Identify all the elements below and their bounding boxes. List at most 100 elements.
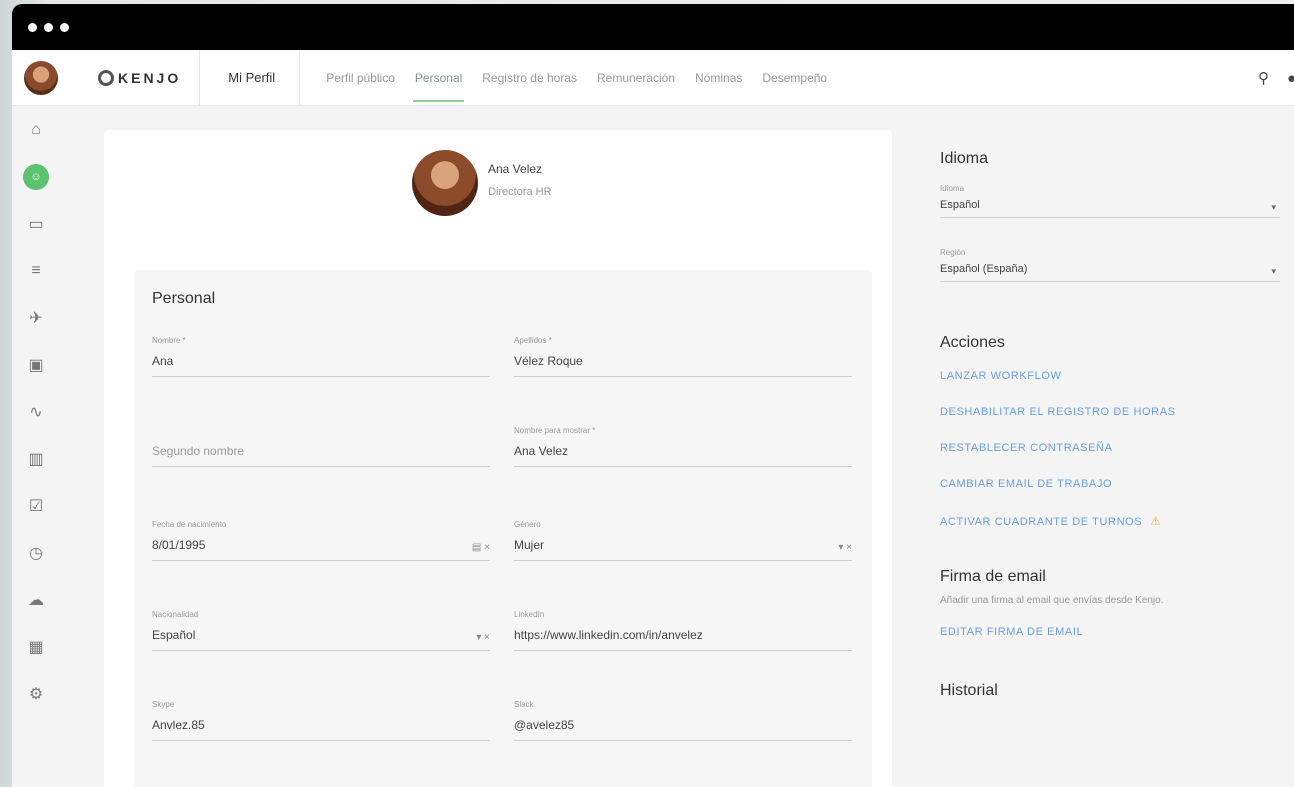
- sidebar-item[interactable]: ☁: [12, 576, 60, 623]
- home-icon: ⌂: [31, 120, 41, 138]
- sidebar-item[interactable]: ▦: [12, 623, 60, 670]
- nationality-field[interactable]: Nacionalidad Español ▾ ×: [152, 610, 490, 651]
- field-value[interactable]: 8/01/1995: [152, 538, 490, 554]
- sidebar-item[interactable]: ▣: [12, 341, 60, 388]
- field-label: Fecha de nacimiento: [152, 520, 227, 529]
- actions-title: Acciones: [940, 334, 1005, 351]
- change-work-email-link[interactable]: CAMBIAR EMAIL DE TRABAJO: [940, 478, 1280, 490]
- profile-card: Ana Velez Directora HR Personal Nombre *…: [104, 130, 892, 787]
- logo-icon: [98, 69, 114, 86]
- plane-icon: ✈: [29, 309, 43, 327]
- tab-personal[interactable]: Personal: [405, 50, 472, 106]
- field-value[interactable]: Anvlez.85: [152, 718, 490, 734]
- tab-payroll[interactable]: Nóminas: [685, 50, 752, 106]
- sidebar-item[interactable]: ≡: [12, 247, 60, 294]
- tab-time-tracking[interactable]: Registro de horas: [472, 50, 587, 106]
- field-label: LinkedIn: [514, 610, 545, 619]
- top-navigation: KENJO Mi Perfil Perfil público Personal …: [12, 49, 1294, 106]
- linkedin-field[interactable]: LinkedIn https://www.linkedin.com/in/anv…: [514, 610, 852, 651]
- notification-icon[interactable]: ●: [1287, 70, 1294, 87]
- field-value[interactable]: Ana Velez: [514, 444, 852, 460]
- tab-compensation[interactable]: Remuneración: [587, 50, 685, 106]
- sidebar-item[interactable]: ∿: [12, 388, 60, 435]
- list-icon: ≡: [31, 261, 41, 279]
- sidebar-item[interactable]: ☺: [12, 153, 60, 200]
- sidebar-item[interactable]: ▥: [12, 435, 60, 482]
- dropdown-icon[interactable]: ▾ ×: [476, 632, 490, 643]
- field-value[interactable]: Español: [152, 628, 490, 644]
- profile-name: Ana Velez: [488, 162, 543, 176]
- my-profile-link[interactable]: Mi Perfil: [228, 70, 275, 85]
- chart-icon: ▥: [28, 450, 44, 468]
- people-icon: ☺: [23, 163, 49, 190]
- email-signature-title: Firma de email: [940, 568, 1046, 585]
- reset-password-link[interactable]: RESTABLECER CONTRASEÑA: [940, 442, 1280, 454]
- history-title: Historial: [940, 682, 998, 699]
- right-panel: Idioma Idioma Español ▾ Región Español (…: [940, 150, 1280, 700]
- field-label: Nombre *: [152, 336, 186, 345]
- grid-icon: ▦: [28, 638, 44, 656]
- skype-field[interactable]: Skype Anvlez.85: [152, 700, 490, 741]
- sidebar-item[interactable]: ☑: [12, 482, 60, 529]
- edit-email-signature-link[interactable]: EDITAR FIRMA DE EMAIL: [940, 626, 1280, 638]
- last-name-field[interactable]: Apellidos * Vélez Roque: [514, 336, 852, 377]
- field-value[interactable]: Español: [940, 199, 1280, 211]
- calendar-icon: ▣: [28, 356, 44, 374]
- field-label: Región: [940, 248, 966, 257]
- field-label: Slack: [514, 700, 534, 709]
- sidebar-item[interactable]: ⚙: [12, 670, 60, 717]
- sidebar-item[interactable]: ✈: [12, 294, 60, 341]
- nav-divider: [199, 49, 201, 106]
- settings-icon: ⚙: [28, 685, 44, 703]
- display-name-field[interactable]: Nombre para mostrar * Ana Velez: [514, 426, 852, 467]
- language-select[interactable]: Idioma Español ▾: [940, 184, 1280, 218]
- first-name-field[interactable]: Nombre * Ana: [152, 336, 490, 377]
- language-title: Idioma: [940, 150, 989, 167]
- nav-divider: [299, 49, 301, 106]
- launch-workflow-link[interactable]: LANZAR WORKFLOW: [940, 370, 1280, 382]
- window-dot-icon[interactable]: [44, 22, 53, 32]
- region-select[interactable]: Región Español (España) ▾: [940, 248, 1280, 282]
- middle-name-field[interactable]: Segundo nombre: [152, 426, 490, 467]
- user-avatar[interactable]: [24, 60, 58, 95]
- field-value[interactable]: https://www.linkedin.com/in/anvelez: [514, 628, 852, 644]
- profile-role: Directora HR: [488, 186, 552, 198]
- email-signature-description: Añadir una firma al email que envías des…: [940, 595, 1164, 606]
- browser-window: KENJO Mi Perfil Perfil público Personal …: [12, 4, 1294, 787]
- clock-icon: ◷: [29, 544, 43, 562]
- window-dot-icon[interactable]: [60, 22, 69, 32]
- slack-field[interactable]: Slack @avelez85: [514, 700, 852, 741]
- task-icon: ☑: [28, 497, 44, 515]
- window-dot-icon[interactable]: [28, 22, 37, 32]
- sidebar-item[interactable]: ▭: [12, 200, 60, 247]
- field-value[interactable]: @avelez85: [514, 718, 852, 734]
- field-label: [152, 426, 490, 436]
- field-value[interactable]: Español (España): [940, 263, 1280, 275]
- tab-public-profile[interactable]: Perfil público: [316, 50, 405, 106]
- field-label: Skype: [152, 700, 175, 709]
- field-placeholder[interactable]: Segundo nombre: [152, 444, 490, 460]
- birthdate-field[interactable]: Fecha de nacimiento 8/01/1995 ▤ ×: [152, 520, 490, 561]
- search-icon[interactable]: ⚲: [1258, 69, 1269, 87]
- warning-icon: ⚠: [1150, 514, 1162, 528]
- kenjo-logo[interactable]: KENJO: [98, 69, 182, 86]
- sidebar-item[interactable]: ◷: [12, 529, 60, 576]
- gender-field[interactable]: Género Mujer ▾ ×: [514, 520, 852, 561]
- chevron-down-icon[interactable]: ▾: [1271, 266, 1276, 277]
- profile-header: Ana Velez Directora HR: [412, 150, 552, 216]
- activate-shifts-link[interactable]: ACTIVAR CUADRANTE DE TURNOS ⚠: [940, 514, 1280, 528]
- field-value[interactable]: Ana: [152, 354, 490, 370]
- calendar-icon[interactable]: ▤ ×: [472, 542, 490, 553]
- chevron-down-icon[interactable]: ▾: [1271, 202, 1276, 213]
- disable-time-tracking-link[interactable]: DESHABILITAR EL REGISTRO DE HORAS: [940, 406, 1280, 418]
- field-value[interactable]: Mujer: [514, 538, 852, 554]
- field-value[interactable]: Vélez Roque: [514, 354, 852, 370]
- field-label: Nacionalidad: [152, 610, 199, 619]
- dropdown-icon[interactable]: ▾ ×: [838, 542, 852, 553]
- sidebar-item[interactable]: ⌂: [12, 106, 60, 153]
- field-label: Idioma: [940, 184, 965, 193]
- personal-section: Personal Nombre * Ana Apellidos * Vélez …: [134, 270, 872, 787]
- avatar[interactable]: [412, 150, 478, 216]
- logo-text: KENJO: [118, 69, 182, 86]
- tab-performance[interactable]: Desempeño: [752, 50, 837, 106]
